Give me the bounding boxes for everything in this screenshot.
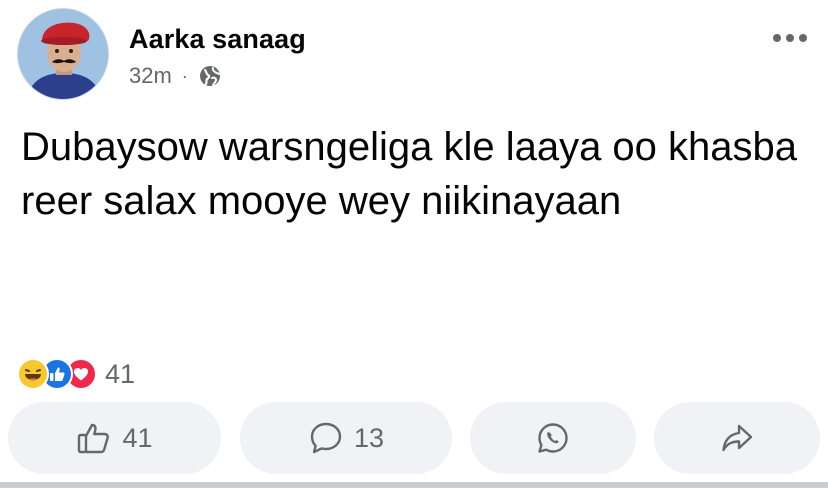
post-text: Dubaysow warsngeliga kle laaya oo khasba… (21, 125, 798, 223)
reaction-count[interactable]: 41 (105, 359, 135, 390)
post-divider (0, 482, 828, 488)
meta-separator: · (181, 65, 188, 86)
haha-reaction-icon (17, 358, 49, 390)
more-options-button[interactable] (772, 24, 808, 52)
comment-icon (310, 422, 342, 454)
author-name[interactable]: Aarka sanaag (129, 24, 306, 55)
share-button[interactable] (654, 402, 820, 474)
like-button[interactable]: 41 (8, 402, 221, 474)
reaction-icons (17, 358, 97, 390)
action-bar: 41 13 (0, 402, 828, 474)
avatar-image (18, 9, 108, 99)
thumbs-up-icon (78, 423, 110, 454)
post-header: Aarka sanaag 32m · (0, 0, 828, 110)
share-icon (722, 424, 753, 452)
whatsapp-icon (538, 423, 568, 453)
comment-button[interactable]: 13 (240, 402, 452, 474)
whatsapp-button[interactable] (470, 402, 636, 474)
globe-icon (198, 64, 222, 88)
post-meta: 32m · (129, 62, 222, 90)
comment-count: 13 (353, 422, 385, 453)
post-time[interactable]: 32m (129, 63, 172, 89)
reactions-summary[interactable]: 41 (17, 356, 135, 392)
avatar[interactable] (17, 8, 109, 100)
like-count: 41 (122, 422, 153, 453)
more-dots-icon (773, 34, 807, 42)
